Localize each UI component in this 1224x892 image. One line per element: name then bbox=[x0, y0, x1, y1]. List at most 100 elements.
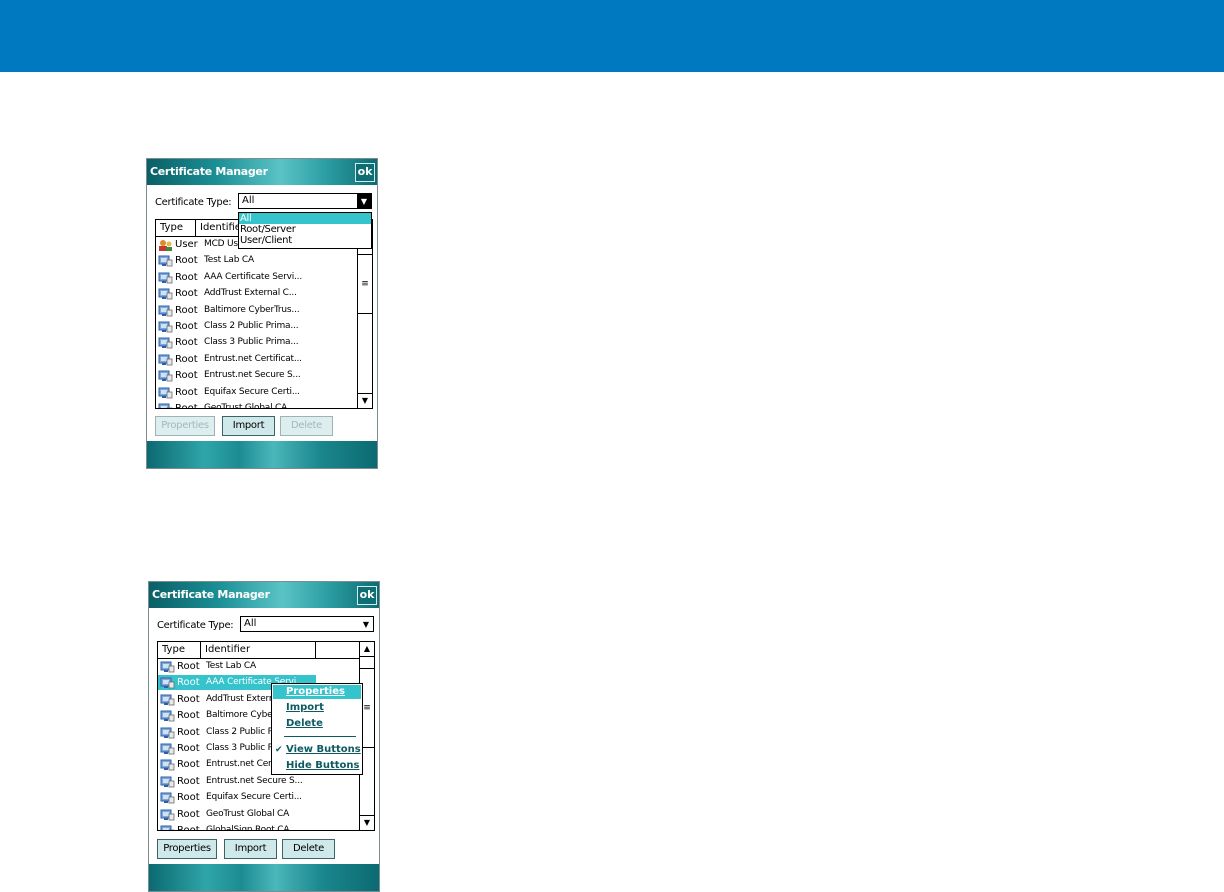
window-title: Certificate Manager bbox=[152, 588, 270, 601]
table-row[interactable]: Root Baltimore CyberTrus... bbox=[156, 303, 357, 319]
column-header-type[interactable]: Type bbox=[156, 220, 196, 236]
scroll-up-arrow-icon[interactable]: ▲ bbox=[360, 642, 374, 657]
row-type: User bbox=[175, 239, 198, 250]
import-button[interactable]: Import bbox=[224, 839, 277, 859]
table-row[interactable]: Root Entrust.net Certificat... bbox=[156, 352, 357, 368]
menu-bar bbox=[147, 441, 377, 468]
row-type: Root bbox=[175, 320, 198, 332]
menu-item-properties-label: Properties bbox=[286, 686, 345, 697]
row-type: Root bbox=[175, 402, 198, 409]
table-row[interactable]: Root Test Lab CA bbox=[156, 253, 357, 269]
properties-button[interactable]: Properties bbox=[155, 416, 215, 436]
delete-button[interactable]: Delete bbox=[280, 416, 333, 436]
certificate-type-select[interactable]: All ▼ bbox=[238, 193, 372, 209]
table-row[interactable]: Root Equifax Secure Certi... bbox=[158, 790, 359, 806]
row-identifier: GeoTrust Global CA bbox=[204, 402, 288, 409]
list-header: Type Identifier bbox=[158, 642, 359, 659]
table-row[interactable]: Root Class 3 Public Prima... bbox=[156, 335, 357, 351]
row-identifier: Equifax Secure Certi... bbox=[206, 792, 302, 803]
row-type: Root bbox=[175, 304, 198, 316]
row-type: Root bbox=[177, 677, 200, 689]
table-row[interactable]: Root GeoTrust Global CA bbox=[158, 807, 359, 823]
root-certificate-icon bbox=[158, 370, 173, 382]
certificate-type-value: All bbox=[242, 195, 255, 206]
scroll-down-arrow-icon[interactable]: ▼ bbox=[360, 815, 374, 830]
root-certificate-icon bbox=[158, 387, 173, 399]
certificate-manager-window-1: Certificate Manager ok Certificate Type:… bbox=[146, 158, 378, 469]
root-certificate-icon bbox=[160, 710, 175, 722]
certificate-type-dropdown: All Root/Server User/Client bbox=[238, 212, 372, 249]
chevron-down-icon[interactable]: ▼ bbox=[359, 617, 373, 631]
table-row[interactable]: Root Entrust.net Secure S... bbox=[156, 368, 357, 384]
menu-item-view-buttons[interactable]: ✔ View Buttons bbox=[273, 743, 361, 757]
scrollbar[interactable]: ≡ ▼ bbox=[357, 236, 372, 408]
checkmark-icon: ✔ bbox=[275, 745, 283, 755]
row-type: Root bbox=[177, 824, 200, 831]
column-header-identifier[interactable]: Identifier bbox=[201, 642, 316, 658]
ok-button[interactable]: ok bbox=[355, 163, 375, 182]
header-band bbox=[0, 0, 1224, 72]
table-row[interactable]: Root AddTrust External C... bbox=[156, 286, 357, 302]
root-certificate-icon bbox=[160, 677, 175, 689]
ok-button[interactable]: ok bbox=[357, 586, 377, 605]
menu-item-import[interactable]: Import bbox=[273, 701, 361, 715]
menu-item-hide-buttons[interactable]: Hide Buttons bbox=[273, 759, 361, 773]
root-certificate-icon bbox=[160, 776, 175, 788]
row-type: Root bbox=[175, 386, 198, 398]
column-header-type[interactable]: Type bbox=[158, 642, 201, 658]
root-certificate-icon bbox=[158, 288, 173, 300]
row-identifier: Equifax Secure Certi... bbox=[204, 386, 300, 397]
row-type: Root bbox=[175, 370, 198, 382]
row-type: Root bbox=[175, 353, 198, 365]
table-row[interactable]: Root Test Lab CA bbox=[158, 659, 359, 675]
table-row[interactable]: Root GlobalSign Root CA bbox=[158, 823, 359, 831]
certificate-manager-window-2: Certificate Manager ok Certificate Type:… bbox=[148, 581, 380, 892]
root-certificate-icon bbox=[160, 809, 175, 821]
chevron-down-icon[interactable]: ▼ bbox=[357, 194, 371, 208]
menu-item-delete-label: Delete bbox=[286, 718, 323, 729]
table-row[interactable]: Root AAA Certificate Servi... bbox=[156, 270, 357, 286]
menu-bar bbox=[149, 864, 379, 891]
row-identifier: GlobalSign Root CA bbox=[206, 824, 290, 831]
root-certificate-icon bbox=[158, 305, 173, 317]
dropdown-option-root-server[interactable]: Root/Server bbox=[239, 224, 371, 235]
row-type: Root bbox=[177, 808, 200, 820]
scroll-down-arrow-icon[interactable]: ▼ bbox=[358, 393, 372, 408]
root-certificate-icon bbox=[160, 727, 175, 739]
row-type: Root bbox=[177, 792, 200, 804]
row-type: Root bbox=[175, 337, 198, 349]
root-certificate-icon bbox=[158, 321, 173, 333]
user-certificate-icon bbox=[158, 239, 173, 251]
table-row[interactable]: Root Equifax Secure Certi... bbox=[156, 385, 357, 401]
row-identifier: Test Lab CA bbox=[204, 255, 254, 266]
table-row[interactable]: Root Entrust.net Secure S... bbox=[158, 774, 359, 790]
row-type: Root bbox=[177, 710, 200, 722]
table-row[interactable]: Root GeoTrust Global CA bbox=[156, 401, 357, 409]
certificate-type-select[interactable]: All ▼ bbox=[240, 616, 374, 632]
root-certificate-icon bbox=[160, 792, 175, 804]
root-certificate-icon bbox=[158, 403, 173, 408]
delete-button[interactable]: Delete bbox=[282, 839, 335, 859]
row-identifier: MCD Us bbox=[204, 239, 238, 249]
properties-button[interactable]: Properties bbox=[157, 839, 217, 859]
dropdown-option-all[interactable]: All bbox=[239, 213, 371, 224]
row-type: Root bbox=[177, 742, 200, 754]
row-type: Root bbox=[177, 759, 200, 771]
root-certificate-icon bbox=[158, 272, 173, 284]
row-identifier: Entrust.net Certificat... bbox=[204, 353, 302, 364]
row-identifier: GeoTrust Global CA bbox=[206, 808, 290, 819]
menu-item-delete[interactable]: Delete bbox=[273, 717, 361, 731]
certificate-rows: User MCD Us Root Test Lab CA Root AAA Certifi… bbox=[156, 237, 357, 409]
title-bar: Certificate Manager ok bbox=[147, 159, 377, 185]
import-button[interactable]: Import bbox=[222, 416, 275, 436]
menu-item-properties[interactable]: Properties bbox=[273, 685, 361, 699]
root-certificate-icon bbox=[160, 743, 175, 755]
row-identifier: AAA Certificate Servi... bbox=[204, 271, 303, 282]
menu-separator bbox=[284, 736, 356, 737]
root-certificate-icon bbox=[158, 255, 173, 267]
scrollbar-thumb[interactable]: ≡ bbox=[358, 254, 372, 314]
certificate-type-label: Certificate Type: bbox=[155, 197, 232, 208]
dropdown-option-user-client[interactable]: User/Client bbox=[239, 235, 371, 246]
row-identifier: AddTrust External C... bbox=[204, 288, 297, 299]
table-row[interactable]: Root Class 2 Public Prima... bbox=[156, 319, 357, 335]
